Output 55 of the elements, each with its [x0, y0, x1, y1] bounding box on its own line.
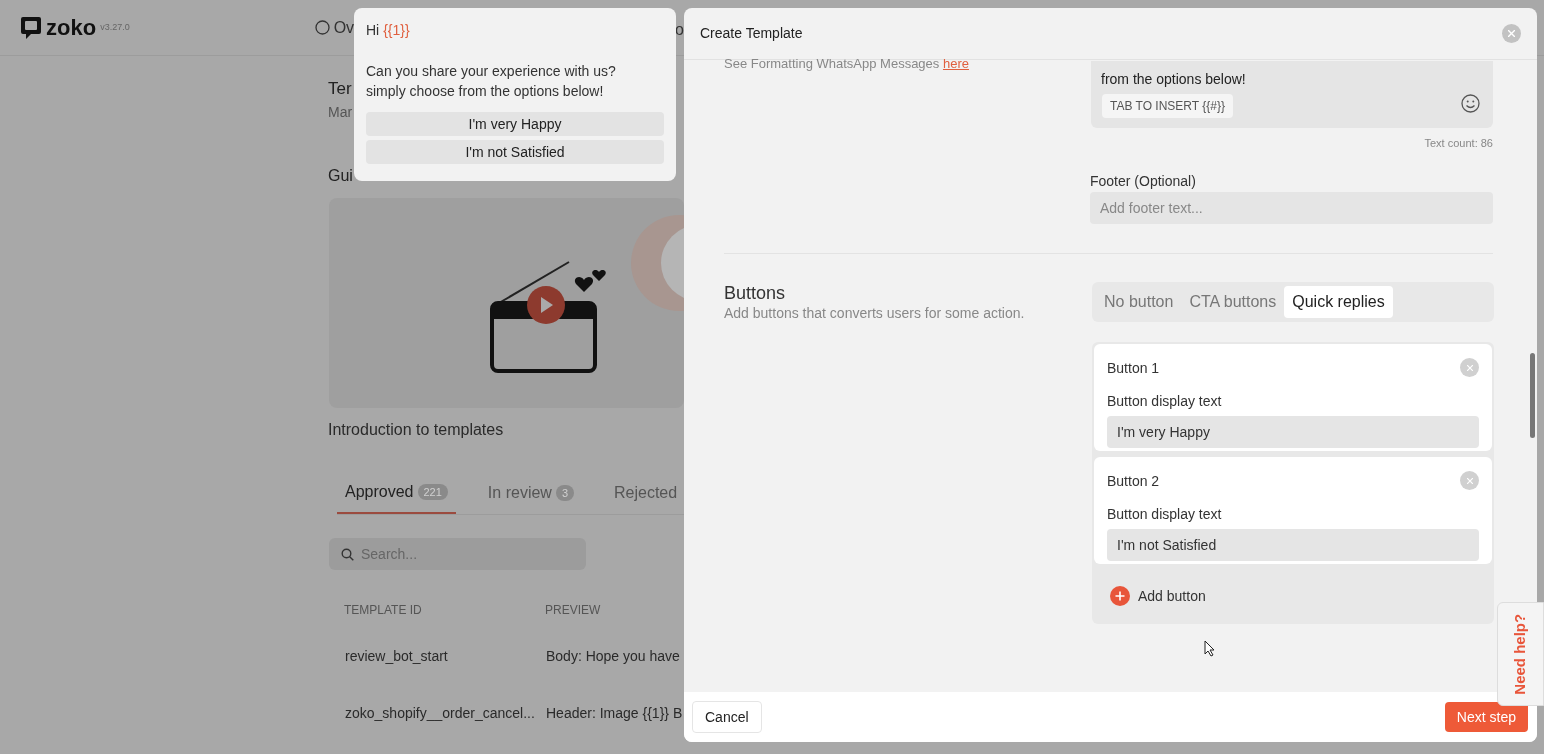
close-icon	[1466, 477, 1473, 484]
button-type-tab[interactable]: CTA buttons	[1181, 286, 1285, 318]
table-cell-text: zoko_shopify__order_cancel...	[345, 704, 535, 723]
column-header: PREVIEW	[545, 602, 601, 619]
remove-button[interactable]	[1460, 471, 1479, 491]
nav-item[interactable]: Ov	[333, 15, 355, 40]
button-text-field[interactable]: I'm very Happy	[1107, 416, 1479, 448]
modal-title: Create Template	[700, 24, 803, 43]
table-cell-text: review_bot_start	[345, 647, 448, 666]
version-label: v3.27.0	[100, 20, 130, 34]
button-type-tab[interactable]: Quick replies	[1284, 286, 1393, 318]
card-title: Button 2	[1107, 472, 1160, 492]
table-cell-text: Header: Image {{1}} B	[546, 704, 683, 723]
video-caption: Introduction to templates	[328, 420, 504, 440]
formatting-hint: See Formatting WhatsApp Messages	[724, 56, 940, 71]
remove-button[interactable]	[1460, 358, 1479, 377]
plus-icon	[1110, 586, 1130, 607]
section-title: Buttons	[724, 282, 786, 305]
add-button[interactable]: Add button	[1094, 570, 1492, 622]
message-body: Can you share your experience with us? simply choose from the options below!	[366, 62, 617, 101]
emoji-icon[interactable]	[1461, 94, 1480, 113]
footer-label: Footer (Optional)	[1090, 172, 1196, 191]
nav-item[interactable]: o	[675, 18, 684, 42]
count-badge: 221	[417, 483, 448, 501]
table-cell-text: Body: Hope you have	[546, 647, 680, 666]
close-icon	[1508, 30, 1515, 37]
button-text-field[interactable]: I'm not Satisfied	[1107, 529, 1479, 562]
footer-field[interactable]: Add footer text...	[1090, 192, 1493, 224]
logo-icon	[20, 15, 42, 40]
page-subtitle: Mar	[328, 103, 353, 122]
page-title: Ter	[328, 78, 352, 100]
circle-icon	[314, 20, 330, 35]
logo: zoko	[46, 14, 97, 42]
text-count: Text count: 86	[1424, 136, 1493, 151]
quick-reply-button[interactable]: I'm very Happy	[366, 112, 664, 136]
column-header: TEMPLATE ID	[344, 602, 422, 619]
button-type-tab[interactable]: No button	[1096, 286, 1182, 318]
close-button[interactable]	[1502, 24, 1521, 43]
body-text-field[interactable]: from the options below! TAB TO INSERT {{#}}	[1091, 61, 1493, 128]
greeting-text: Hi {{1}}	[366, 21, 411, 40]
video-placeholder[interactable]	[329, 198, 684, 408]
field-label: Button display text	[1107, 392, 1223, 411]
status-tab[interactable]: Approved 221	[337, 480, 456, 514]
search-icon	[341, 548, 354, 561]
quick-reply-button[interactable]: I'm not Satisfied	[366, 140, 664, 164]
count-badge: 3	[555, 484, 574, 502]
body-text-value: from the options below!	[1101, 70, 1247, 89]
cursor-icon	[1204, 640, 1216, 657]
section-title: Gui	[328, 166, 353, 186]
card-title: Button 1	[1107, 359, 1160, 378]
cancel-button[interactable]: Cancel	[692, 701, 762, 733]
section-description: Add buttons that converts users for some action.	[724, 304, 1025, 323]
close-icon	[1466, 364, 1473, 371]
field-label: Button display text	[1107, 505, 1223, 525]
insert-variable-chip[interactable]: TAB TO INSERT {{#}}	[1102, 94, 1233, 118]
